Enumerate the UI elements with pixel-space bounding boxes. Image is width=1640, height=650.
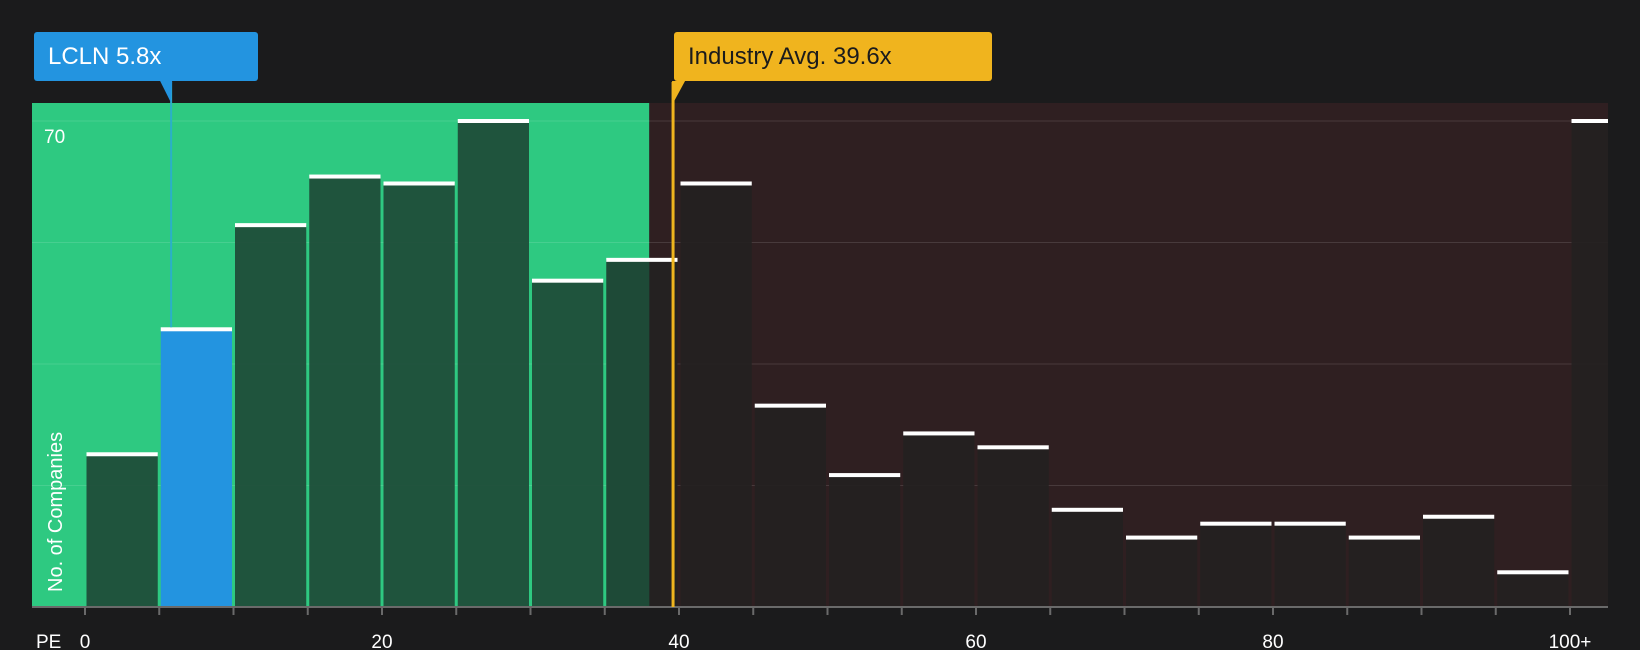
bar-top-cap bbox=[1348, 535, 1420, 540]
histogram-bar bbox=[754, 405, 826, 607]
bar-top-cap bbox=[86, 452, 158, 457]
bar-top-cap bbox=[1126, 535, 1198, 540]
bar-top-cap bbox=[1051, 507, 1123, 512]
industry-average-callout: Industry Avg. 39.6x bbox=[674, 32, 992, 81]
histogram-bar bbox=[1274, 523, 1346, 607]
histogram-bar bbox=[1051, 509, 1123, 607]
y-tick-label: 70 bbox=[44, 127, 65, 148]
bar-top-cap bbox=[606, 257, 678, 262]
company-bar bbox=[160, 329, 232, 607]
bar-top-cap bbox=[680, 181, 752, 186]
x-tick-label: 40 bbox=[668, 632, 689, 650]
histogram-bar bbox=[606, 259, 650, 607]
bar-top-cap bbox=[383, 181, 455, 186]
bar-top-cap bbox=[903, 431, 975, 436]
bar-top-cap bbox=[160, 327, 232, 332]
x-tick-label: 20 bbox=[371, 632, 392, 650]
bar-top-cap bbox=[1274, 521, 1346, 526]
histogram-bar bbox=[532, 280, 604, 607]
x-tick-label: 0 bbox=[80, 632, 91, 650]
histogram-bar bbox=[1348, 537, 1420, 607]
x-tick-label: 60 bbox=[965, 632, 986, 650]
bar-top-cap bbox=[1423, 514, 1495, 519]
bar-top-cap bbox=[1200, 521, 1272, 526]
bar-top-cap bbox=[829, 473, 901, 478]
bar-top-cap bbox=[235, 223, 307, 228]
histogram-bar bbox=[1126, 537, 1198, 607]
histogram-bar bbox=[903, 433, 975, 607]
histogram-bar bbox=[829, 475, 901, 607]
histogram-bar bbox=[1571, 121, 1608, 607]
bar-top-cap bbox=[532, 278, 604, 283]
company-pe-callout: LCLN 5.8x bbox=[34, 32, 258, 81]
bar-top-cap bbox=[457, 119, 529, 123]
company-callout-pointer bbox=[160, 81, 173, 103]
histogram-bar bbox=[309, 176, 381, 608]
pe-distribution-chart: 0 20 40 60 80 100+ PE 70 No. of Companies bbox=[32, 81, 1608, 650]
bar-top-cap bbox=[977, 445, 1049, 450]
histogram-bar bbox=[383, 183, 455, 607]
industry-average-label: Industry Avg. 39.6x bbox=[688, 42, 892, 70]
x-tick-label: 100+ bbox=[1549, 632, 1592, 650]
x-axis-label: PE bbox=[36, 632, 61, 650]
x-tick-label: 80 bbox=[1262, 632, 1283, 650]
histogram-bar bbox=[1423, 516, 1495, 607]
bar-top-cap bbox=[1571, 119, 1608, 123]
histogram-bar bbox=[235, 225, 307, 607]
bar-top-cap bbox=[754, 403, 826, 408]
y-axis-label: No. of Companies bbox=[45, 432, 67, 592]
histogram-bar bbox=[86, 454, 158, 607]
histogram-bar bbox=[977, 447, 1049, 607]
bar-top-cap bbox=[1497, 570, 1569, 575]
bar-top-cap bbox=[309, 174, 381, 179]
company-pe-label: LCLN 5.8x bbox=[48, 42, 162, 70]
histogram-bar bbox=[1497, 572, 1569, 607]
histogram-bar bbox=[680, 183, 752, 607]
histogram-bar bbox=[457, 121, 529, 607]
histogram-bar bbox=[1200, 523, 1272, 607]
